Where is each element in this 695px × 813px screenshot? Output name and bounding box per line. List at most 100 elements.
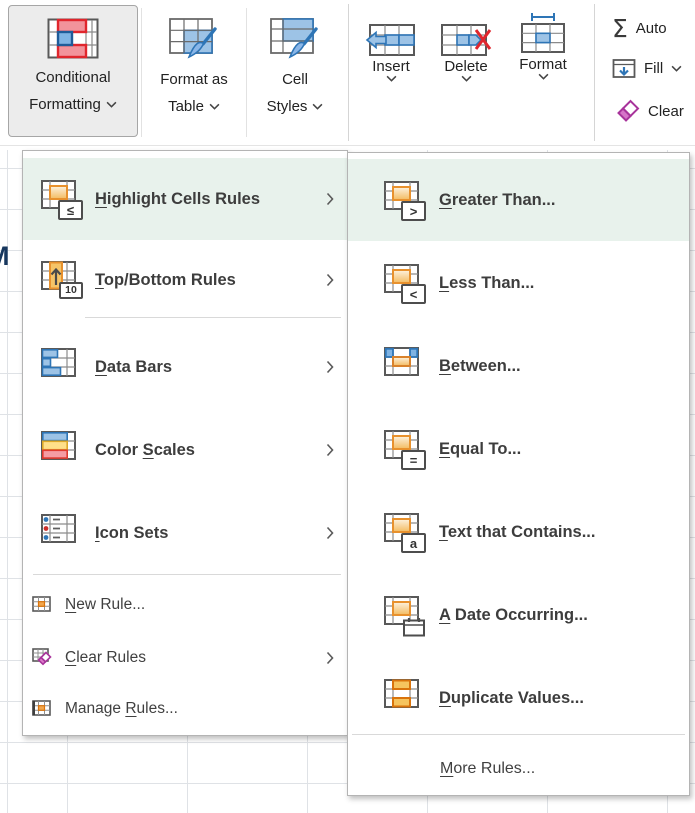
menu-item-label: Equal To... <box>439 440 521 459</box>
submenu-arrow-icon <box>326 192 334 206</box>
insert-button[interactable]: Insert <box>363 22 419 82</box>
menu-item-top-bottom-rules[interactable]: 10 Top/Bottom Rules <box>23 239 347 321</box>
menu-item-label: Top/Bottom Rules <box>95 271 236 290</box>
top-bottom-rules-icon: 10 <box>41 261 79 299</box>
chevron-down-icon <box>538 73 549 80</box>
button-label: Formatting <box>29 91 117 118</box>
sheet-partial-text: M <box>0 241 10 272</box>
menu-item-label: Duplicate Values... <box>439 689 584 708</box>
clear-button[interactable]: Clear <box>612 99 684 123</box>
submenu-item-equal-to[interactable]: = Equal To... <box>348 408 689 490</box>
sigma-icon: Σ <box>612 16 628 41</box>
greater-than-badge: > <box>401 201 426 221</box>
eraser-icon <box>612 99 640 123</box>
color-scales-icon <box>41 431 79 469</box>
chevron-down-icon <box>312 103 323 110</box>
button-label: Auto <box>636 20 667 37</box>
less-than-badge: < <box>401 284 426 304</box>
chevron-down-icon <box>461 75 472 82</box>
menu-item-label: Greater Than... <box>439 191 555 210</box>
less-equal-badge: ≤ <box>58 200 83 220</box>
letter-a-badge: a <box>401 533 426 553</box>
submenu-item-between[interactable]: Between... <box>348 325 689 407</box>
button-label: Clear <box>648 103 684 120</box>
less-than-icon: < <box>384 264 422 302</box>
menu-item-manage-rules[interactable]: Manage Rules... <box>23 684 347 734</box>
menu-item-label: A Date Occurring... <box>439 606 588 625</box>
ribbon-divider <box>141 8 142 137</box>
ten-badge: 10 <box>59 282 83 299</box>
menu-separator <box>352 734 685 735</box>
button-label: Cell <box>282 66 308 93</box>
cell-styles-button[interactable]: Cell Styles <box>249 5 341 135</box>
chevron-down-icon <box>106 101 117 108</box>
greater-than-icon: > <box>384 181 422 219</box>
manage-rules-icon <box>32 699 52 719</box>
menu-item-label: Manage Rules... <box>65 700 178 718</box>
menu-item-label: New Rule... <box>65 596 145 614</box>
menu-item-clear-rules[interactable]: Clear Rules <box>23 632 347 684</box>
submenu-item-less-than[interactable]: < Less Than... <box>348 242 689 324</box>
format-as-table-button[interactable]: Format as Table <box>144 5 244 135</box>
duplicate-values-icon <box>384 679 422 717</box>
menu-item-label: Data Bars <box>95 358 172 377</box>
menu-item-highlight-cells-rules[interactable]: ≤ Highlight Cells Rules <box>23 158 347 240</box>
submenu-arrow-icon <box>326 443 334 457</box>
data-bars-icon <box>41 348 79 386</box>
submenu-item-text-that-contains[interactable]: a Text that Contains... <box>348 491 689 573</box>
ribbon-group-separator <box>594 4 595 141</box>
ribbon-group-separator <box>348 4 349 141</box>
delete-button[interactable]: Delete <box>438 22 494 82</box>
fill-down-icon <box>612 58 636 79</box>
equal-to-icon: = <box>384 430 422 468</box>
submenu-item-more-rules[interactable]: More Rules... <box>348 745 689 793</box>
submenu-arrow-icon <box>326 526 334 540</box>
menu-separator <box>33 574 341 575</box>
button-label: Delete <box>444 58 487 75</box>
menu-item-icon-sets[interactable]: Icon Sets <box>23 492 347 574</box>
submenu-arrow-icon <box>326 360 334 374</box>
clear-rules-icon <box>32 648 52 668</box>
submenu-arrow-icon <box>326 651 334 665</box>
menu-item-data-bars[interactable]: Data Bars <box>23 326 347 408</box>
conditional-formatting-icon <box>47 18 99 59</box>
fill-button[interactable]: Fill <box>612 58 682 79</box>
chevron-down-icon <box>209 103 220 110</box>
highlight-cells-rules-icon: ≤ <box>41 180 79 218</box>
ribbon: Conditional Formatting Format as Table C… <box>0 0 695 146</box>
menu-item-label: More Rules... <box>440 760 535 778</box>
menu-item-label: Less Than... <box>439 274 534 293</box>
delete-cells-icon <box>440 22 492 58</box>
insert-cells-icon <box>365 22 417 58</box>
chevron-down-icon <box>671 65 682 72</box>
between-icon <box>384 347 422 385</box>
button-label: Table <box>168 93 220 120</box>
autosum-button[interactable]: Σ Auto <box>612 16 667 41</box>
format-button[interactable]: Format <box>513 12 573 80</box>
submenu-item-duplicate-values[interactable]: Duplicate Values... <box>348 657 689 739</box>
conditional-formatting-menu: ≤ Highlight Cells Rules 10 Top/Bottom Ru… <box>22 150 348 736</box>
menu-item-new-rule[interactable]: New Rule... <box>23 580 347 630</box>
button-label: Format <box>519 56 567 73</box>
chevron-down-icon <box>386 75 397 82</box>
menu-item-label: Between... <box>439 357 521 376</box>
button-label: Styles <box>267 93 324 120</box>
menu-item-label: Text that Contains... <box>439 523 595 542</box>
menu-item-color-scales[interactable]: Color Scales <box>23 409 347 491</box>
cell-styles-icon <box>269 17 321 61</box>
button-label: Format as <box>160 66 228 93</box>
submenu-item-a-date-occurring[interactable]: A Date Occurring... <box>348 574 689 656</box>
submenu-arrow-icon <box>326 273 334 287</box>
button-label: Insert <box>372 58 410 75</box>
text-that-contains-icon: a <box>384 513 422 551</box>
menu-item-label: Highlight Cells Rules <box>95 190 260 209</box>
a-date-occurring-icon <box>384 596 422 634</box>
equals-badge: = <box>401 450 426 470</box>
conditional-formatting-button[interactable]: Conditional Formatting <box>8 5 138 137</box>
ribbon-divider <box>246 8 247 137</box>
button-label: Fill <box>644 60 663 77</box>
submenu-item-greater-than[interactable]: > Greater Than... <box>348 159 689 241</box>
menu-item-label: Icon Sets <box>95 524 168 543</box>
menu-separator <box>85 317 341 318</box>
new-rule-icon <box>32 595 52 615</box>
